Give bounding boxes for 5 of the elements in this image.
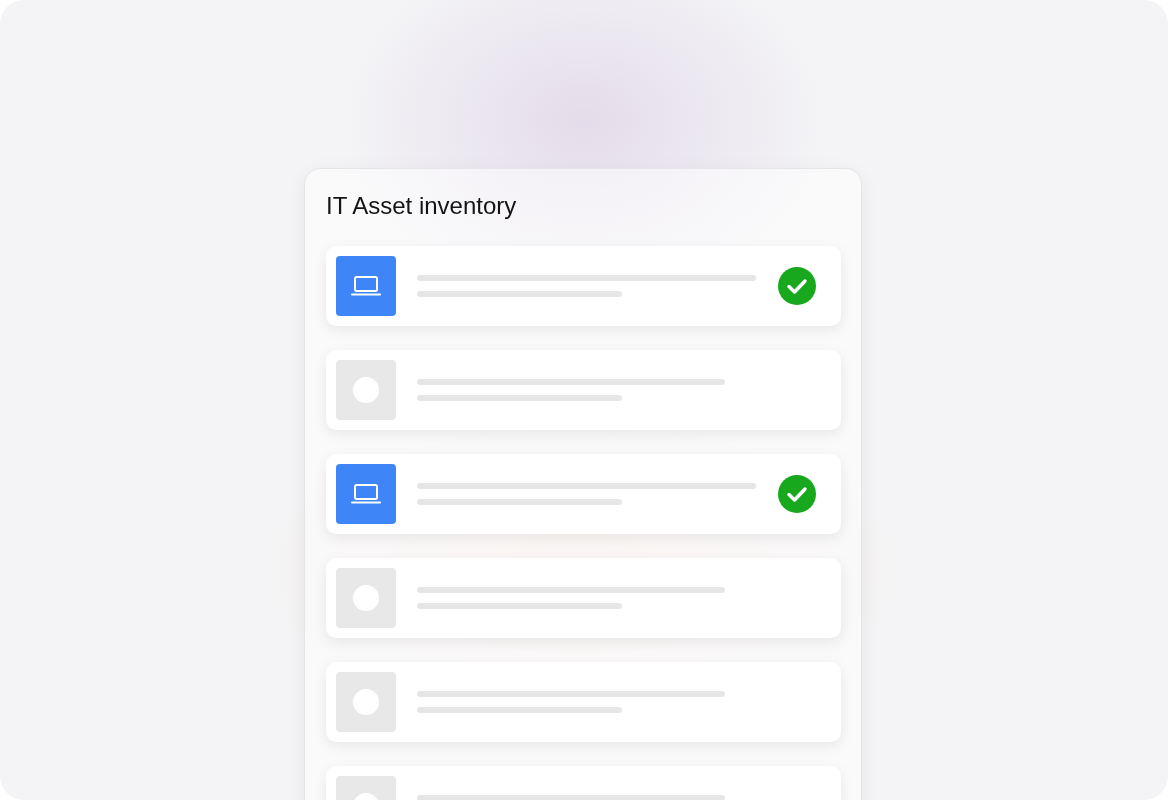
asset-row[interactable]	[326, 246, 841, 326]
card-title: IT Asset inventory	[326, 191, 517, 221]
laptop-icon	[350, 482, 382, 506]
laptop-icon	[350, 274, 382, 298]
asset-row[interactable]	[326, 454, 841, 534]
